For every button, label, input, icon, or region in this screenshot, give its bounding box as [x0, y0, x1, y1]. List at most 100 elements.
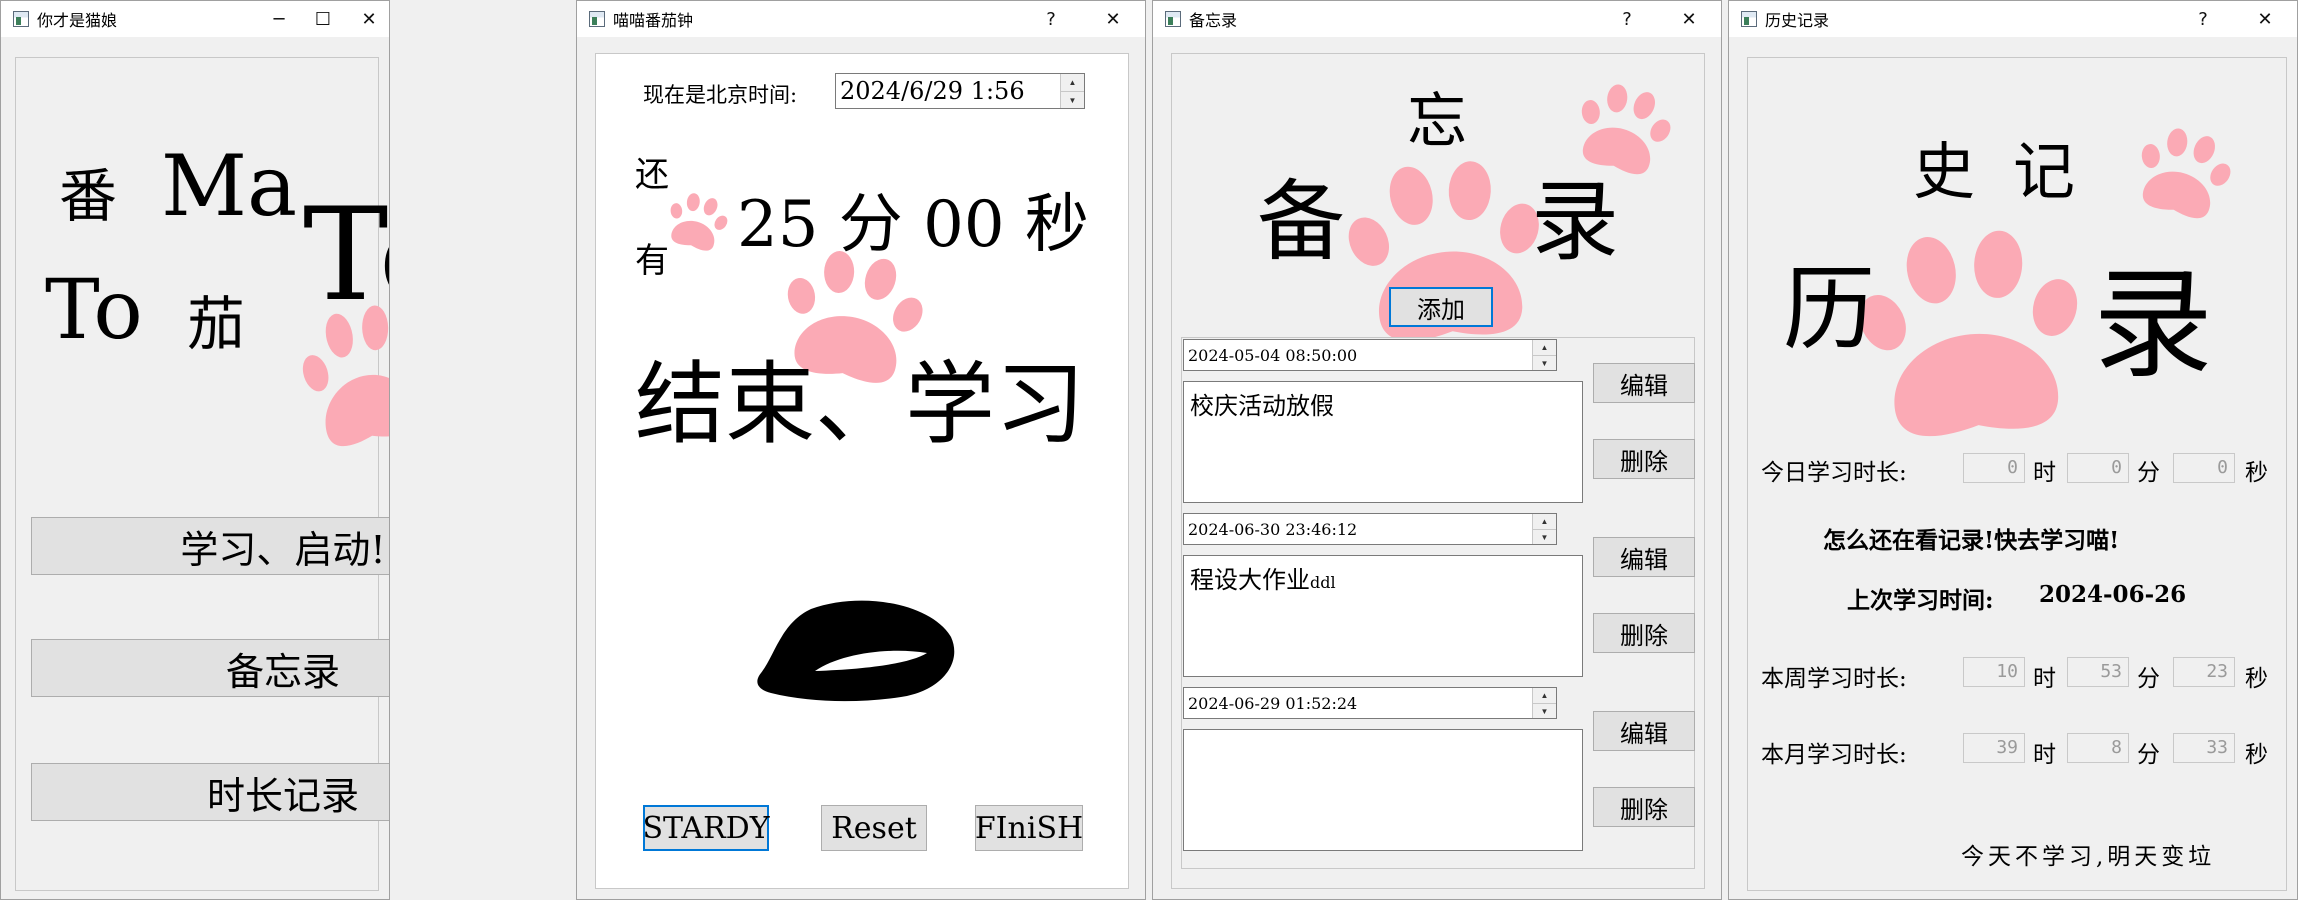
memo-text-suffix: ddl	[1310, 573, 1336, 592]
month-minutes: 8	[2067, 733, 2129, 763]
memo-text-area[interactable]: 校庆活动放假	[1183, 381, 1583, 503]
edit-button[interactable]: 编辑	[1593, 537, 1695, 577]
close-button[interactable]: ✕	[2237, 1, 2293, 37]
help-button[interactable]: ?	[1599, 1, 1655, 37]
close-button[interactable]: ✕	[1661, 1, 1717, 37]
datetime-spinner[interactable]: ▲ ▼	[1532, 688, 1556, 718]
study-start-button[interactable]: 学习、启动!	[31, 517, 389, 575]
memo-datetime-edit[interactable]: 2024-06-29 01:52:24 ▲ ▼	[1183, 687, 1557, 719]
memo-datetime-edit[interactable]: 2024-06-30 23:46:12 ▲ ▼	[1183, 513, 1557, 545]
memo-text-area[interactable]	[1183, 729, 1583, 851]
memo-button[interactable]: 备忘录	[31, 639, 389, 697]
app-icon	[589, 11, 605, 27]
reset-button[interactable]: Reset	[821, 805, 927, 851]
datetime-spinner[interactable]: ▲ ▼	[1532, 514, 1556, 544]
memo-datetime: 2024-06-30 23:46:12	[1188, 519, 1358, 539]
chevron-down-icon[interactable]: ▼	[1061, 91, 1084, 108]
memo-datetime: 2024-05-04 08:50:00	[1188, 345, 1358, 365]
close-button[interactable]: ✕	[341, 1, 389, 37]
unit-second: 秒	[2245, 460, 2268, 486]
memo-text: 校庆活动放假	[1190, 392, 1334, 420]
title-bar[interactable]: 历史记录 ? ✕	[1729, 1, 2297, 37]
window-history: 历史记录 ? ✕ 历 史 记 录 今日学习时长: 0 时 0 分 0 秒 怎么还…	[1728, 0, 2298, 900]
delete-button[interactable]: 删除	[1593, 439, 1695, 479]
delete-button[interactable]: 删除	[1593, 613, 1695, 653]
heading-ji: 记	[2013, 135, 2076, 208]
app-icon	[1165, 11, 1181, 27]
footer-text: 今天不学习,明天变垃	[1961, 844, 2216, 870]
unit-hour: 时	[2033, 742, 2056, 768]
chevron-down-icon[interactable]: ▼	[1533, 355, 1556, 370]
paw-icon	[2133, 125, 2233, 225]
paw-icon	[665, 191, 729, 255]
title-bar[interactable]: 喵喵番茄钟 ? ✕	[577, 1, 1145, 37]
memo-datetime: 2024-06-29 01:52:24	[1188, 693, 1358, 713]
heading-lu: 录	[2093, 256, 2213, 395]
window-memo: 备忘录 ? ✕ 备 忘 录 添加 2024-05-04 08:50:00 ▲ ▼ …	[1152, 0, 1722, 900]
paw-icon	[1341, 152, 1551, 347]
delete-button[interactable]: 删除	[1593, 787, 1695, 827]
unit-second: 秒	[2245, 742, 2268, 768]
week-hours: 10	[1963, 657, 2025, 687]
heading-li: 历	[1783, 256, 1876, 363]
paw-icon	[1851, 220, 2091, 443]
unit-hour: 时	[2033, 666, 2056, 692]
datetime-spinner[interactable]: ▲ ▼	[1532, 340, 1556, 370]
month-seconds: 33	[2173, 733, 2235, 763]
today-hours: 0	[1963, 453, 2025, 483]
title-bar[interactable]: 你才是猫娘 ─ ☐ ✕	[1, 1, 389, 37]
today-seconds: 0	[2173, 453, 2235, 483]
countdown-display: 25 分 00 秒	[737, 188, 1089, 262]
tomato-icon	[757, 600, 955, 702]
window-title: 喵喵番茄钟	[613, 11, 694, 30]
last-study-date: 2024-06-26	[2039, 581, 2187, 608]
memo-text-area[interactable]: 程设大作业ddl	[1183, 555, 1583, 677]
unit-second: 秒	[2245, 666, 2268, 692]
close-button[interactable]: ✕	[1085, 1, 1141, 37]
chevron-down-icon[interactable]: ▼	[1533, 529, 1556, 544]
unit-hour: 时	[2033, 460, 2056, 486]
window-title: 历史记录	[1765, 11, 1830, 30]
remaining-prefix-1: 还	[635, 155, 669, 195]
datetime-spinner[interactable]: ▲ ▼	[1060, 74, 1084, 108]
memo-text: 程设大作业	[1190, 566, 1310, 594]
today-label: 今日学习时长:	[1761, 460, 1907, 486]
chevron-up-icon[interactable]: ▲	[1533, 340, 1556, 355]
logo-to-big: To	[303, 181, 389, 330]
chevron-up-icon[interactable]: ▲	[1533, 688, 1556, 703]
unit-minute: 分	[2137, 460, 2160, 486]
app-icon	[1741, 11, 1757, 27]
nag-text: 怎么还在看记录!快去学习喵!	[1823, 527, 2120, 554]
datetime-edit[interactable]: 2024/6/29 1:56 ▲ ▼	[835, 73, 1085, 109]
heading-wang: 忘	[1407, 87, 1467, 157]
remaining-prefix-2: 有	[635, 241, 669, 281]
app-icon	[13, 11, 29, 27]
today-minutes: 0	[2067, 453, 2129, 483]
month-label: 本月学习时长:	[1761, 742, 1907, 768]
heading-bei: 备	[1257, 170, 1346, 273]
time-label: 现在是北京时间:	[643, 83, 798, 107]
window-pomodoro: 喵喵番茄钟 ? ✕ 现在是北京时间: 2024/6/29 1:56 ▲ ▼ 还 有…	[576, 0, 1146, 900]
datetime-value: 2024/6/29 1:56	[840, 77, 1025, 105]
finish-button[interactable]: FIniSH	[975, 805, 1083, 851]
unit-minute: 分	[2137, 742, 2160, 768]
logo-fan: 番	[59, 162, 118, 230]
logo-ma: Ma	[161, 137, 298, 235]
window-title: 备忘录	[1189, 11, 1238, 30]
month-hours: 39	[1963, 733, 2025, 763]
last-study-label: 上次学习时间:	[1847, 587, 1994, 614]
title-bar[interactable]: 备忘录 ? ✕	[1153, 1, 1721, 37]
chevron-up-icon[interactable]: ▲	[1533, 514, 1556, 529]
add-button[interactable]: 添加	[1389, 287, 1493, 327]
history-button[interactable]: 时长记录	[31, 763, 389, 821]
memo-datetime-edit[interactable]: 2024-05-04 08:50:00 ▲ ▼	[1183, 339, 1557, 371]
help-button[interactable]: ?	[1023, 1, 1079, 37]
edit-button[interactable]: 编辑	[1593, 363, 1695, 403]
logo-qie: 茄	[187, 290, 246, 358]
chevron-up-icon[interactable]: ▲	[1061, 74, 1084, 91]
help-button[interactable]: ?	[2175, 1, 2231, 37]
week-minutes: 53	[2067, 657, 2129, 687]
start-button[interactable]: STARDY	[642, 805, 770, 851]
chevron-down-icon[interactable]: ▼	[1533, 703, 1556, 718]
edit-button[interactable]: 编辑	[1593, 711, 1695, 751]
